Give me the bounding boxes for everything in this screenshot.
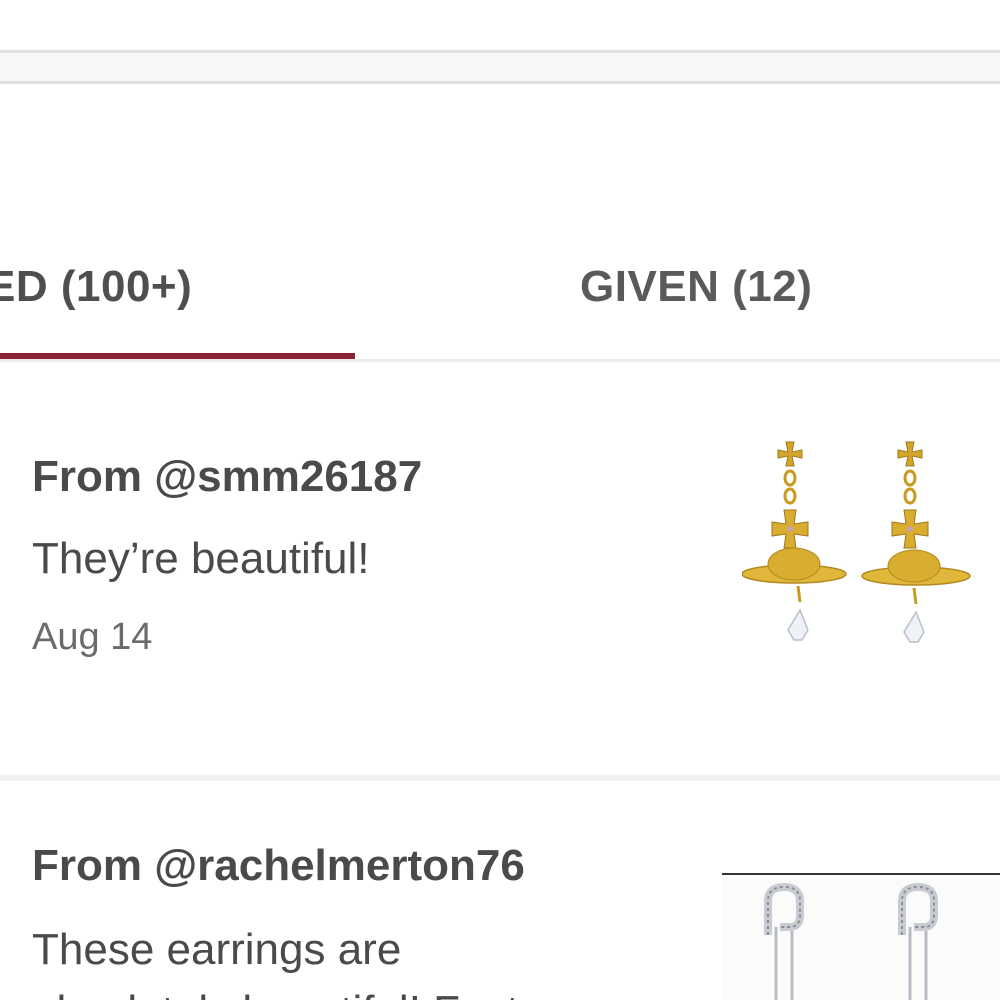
tab-given[interactable]: GIVEN (12)	[580, 262, 812, 312]
safety-pin-earrings-image	[764, 882, 938, 1000]
gold-orb-earrings-image	[741, 441, 971, 643]
review-date: Aug 14	[32, 616, 153, 658]
right-earring	[861, 441, 971, 643]
review-text-continued: absolutely beautiful! Fast	[32, 987, 519, 1000]
tab-received[interactable]: ED (100+)	[0, 262, 192, 312]
left-pin	[764, 882, 804, 1000]
review-text: These earrings are	[32, 925, 402, 974]
review-text: They’re beautiful!	[32, 534, 370, 583]
right-pin	[898, 882, 938, 1000]
left-earring	[741, 441, 847, 641]
review-card[interactable]: From @rachelmerton76 These earrings are …	[0, 781, 1000, 1000]
tabs-divider	[0, 359, 1000, 362]
top-header-area	[0, 0, 1000, 50]
top-strip	[0, 50, 1000, 84]
review-author[interactable]: From @smm26187	[32, 452, 422, 502]
review-card[interactable]: From @smm26187 They’re beautiful! Aug 14	[0, 364, 1000, 774]
tab-bar: ED (100+) GIVEN (12)	[0, 240, 1000, 364]
review-author[interactable]: From @rachelmerton76	[32, 841, 525, 891]
product-thumbnail[interactable]	[741, 434, 978, 684]
product-thumbnail[interactable]	[722, 873, 1000, 1000]
